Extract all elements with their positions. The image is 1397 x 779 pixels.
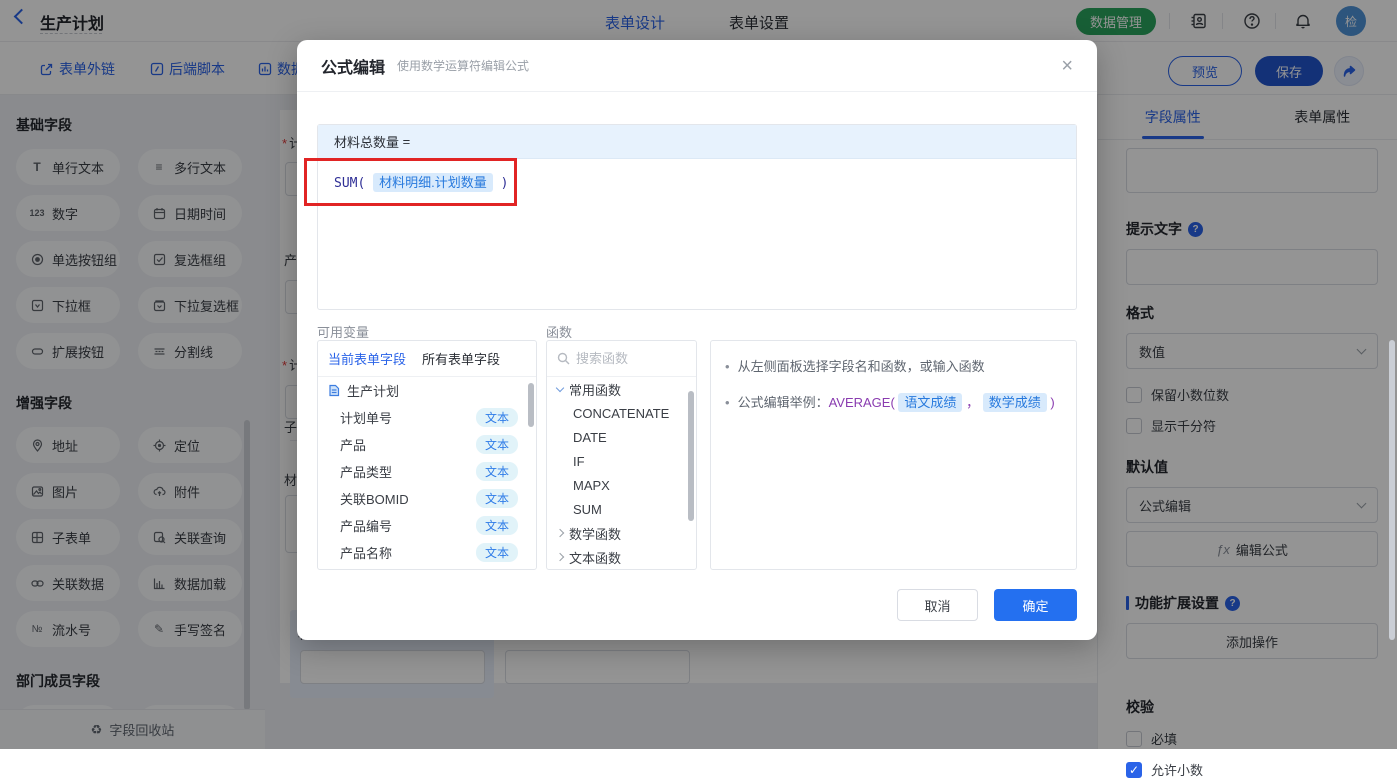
functions-panel: 常用函数 CONCATENATE DATE IF MAPX SUM 数学函数 文… bbox=[546, 340, 697, 570]
variable-name: 关联BOMID bbox=[328, 489, 476, 508]
tip-line-2: 公式编辑举例：AVERAGE( 语文成绩 ， 数学成绩 ) bbox=[738, 393, 1055, 413]
type-badge: 文本 bbox=[476, 435, 518, 454]
variable-row[interactable]: 产品文本 bbox=[318, 431, 536, 458]
type-badge: 文本 bbox=[476, 543, 518, 562]
function-item[interactable]: SUM bbox=[547, 497, 696, 521]
formula-target: 材料总数量 bbox=[334, 132, 399, 151]
tip-line-1: 从左侧面板选择字段名和函数，或输入函数 bbox=[738, 357, 985, 377]
dialog-header: 公式编辑 使用数学运算符编辑公式 × bbox=[297, 40, 1097, 92]
tab-all-form-fields[interactable]: 所有表单字段 bbox=[422, 349, 500, 368]
function-item[interactable]: CONCATENATE bbox=[547, 401, 696, 425]
example-arg: 语文成绩 bbox=[898, 393, 962, 412]
type-badge: 文本 bbox=[476, 408, 518, 427]
variables-label: 可用变量 bbox=[317, 322, 369, 341]
allow-decimal-checkbox[interactable]: ✓ bbox=[1126, 762, 1142, 778]
formula-equals: = bbox=[403, 134, 411, 149]
formula-edit-dialog: 公式编辑 使用数学运算符编辑公式 × 材料总数量 = SUM( 材料明细.计划数… bbox=[297, 40, 1097, 640]
variable-row[interactable]: 关联BOMID文本 bbox=[318, 485, 536, 512]
function-group-text[interactable]: 文本函数 bbox=[547, 545, 696, 569]
bullet: • bbox=[725, 393, 730, 413]
formula-target-row: 材料总数量 = bbox=[318, 125, 1076, 159]
chevron-right-icon bbox=[556, 553, 564, 561]
formula-editor[interactable]: 材料总数量 = SUM( 材料明细.计划数量 ) bbox=[317, 124, 1077, 310]
tree-root-label: 生产计划 bbox=[340, 381, 526, 400]
variable-name: 产品类型 bbox=[328, 462, 476, 481]
annotation-highlight-box bbox=[304, 158, 517, 206]
function-group-math[interactable]: 数学函数 bbox=[547, 521, 696, 545]
variable-row[interactable]: 产品类型文本 bbox=[318, 458, 536, 485]
functions-scrollbar[interactable] bbox=[688, 391, 694, 521]
dialog-subtitle: 使用数学运算符编辑公式 bbox=[397, 57, 529, 74]
variable-name: 产品 bbox=[328, 435, 476, 454]
functions-label: 函数 bbox=[546, 322, 572, 341]
function-item[interactable]: IF bbox=[547, 449, 696, 473]
type-badge: 文本 bbox=[476, 489, 518, 508]
group-label: 常用函数 bbox=[569, 380, 621, 399]
tab-current-form-fields[interactable]: 当前表单字段 bbox=[328, 349, 406, 368]
type-badge: 文本 bbox=[476, 516, 518, 535]
example-arg: 数学成绩 bbox=[983, 393, 1047, 412]
variable-row[interactable]: 计划单号文本 bbox=[318, 404, 536, 431]
cancel-button[interactable]: 取消 bbox=[897, 589, 978, 621]
chevron-right-icon bbox=[556, 529, 564, 537]
function-group-common[interactable]: 常用函数 bbox=[547, 377, 696, 401]
variable-name: 产品名称 bbox=[328, 543, 476, 562]
function-item[interactable]: MAPX bbox=[547, 473, 696, 497]
variables-scrollbar[interactable] bbox=[528, 383, 534, 427]
group-label: 数学函数 bbox=[569, 524, 621, 543]
chevron-down-icon bbox=[556, 384, 564, 392]
type-badge: 文本 bbox=[476, 462, 518, 481]
variable-name: 产品编号 bbox=[328, 516, 476, 535]
close-icon[interactable]: × bbox=[1061, 56, 1073, 76]
confirm-button[interactable]: 确定 bbox=[994, 589, 1077, 621]
variable-name: 计划单号 bbox=[328, 408, 476, 427]
search-functions-input[interactable] bbox=[576, 351, 676, 366]
bullet: • bbox=[725, 357, 730, 377]
variable-row[interactable]: 产品编号文本 bbox=[318, 512, 536, 539]
function-item[interactable]: DATE bbox=[547, 425, 696, 449]
allow-decimal-label: 允许小数 bbox=[1151, 760, 1203, 779]
dialog-title: 公式编辑 bbox=[321, 54, 385, 78]
allow-decimal-row[interactable]: ✓ 允许小数 bbox=[1126, 760, 1377, 779]
window-scrollbar[interactable] bbox=[1389, 340, 1395, 640]
variable-row[interactable]: 产品名称文本 bbox=[318, 539, 536, 566]
group-label: 文本函数 bbox=[569, 548, 621, 567]
example-function: AVERAGE( bbox=[829, 395, 895, 410]
variables-panel: 当前表单字段 所有表单字段 生产计划 计划单号文本 产品文本 产品类型文本 关联… bbox=[317, 340, 537, 570]
tree-root-row[interactable]: 生产计划 bbox=[318, 377, 536, 404]
document-icon bbox=[328, 384, 340, 397]
tips-panel: • 从左侧面板选择字段名和函数，或输入函数 • 公式编辑举例：AVERAGE( 语… bbox=[710, 340, 1077, 570]
search-icon bbox=[557, 352, 570, 365]
